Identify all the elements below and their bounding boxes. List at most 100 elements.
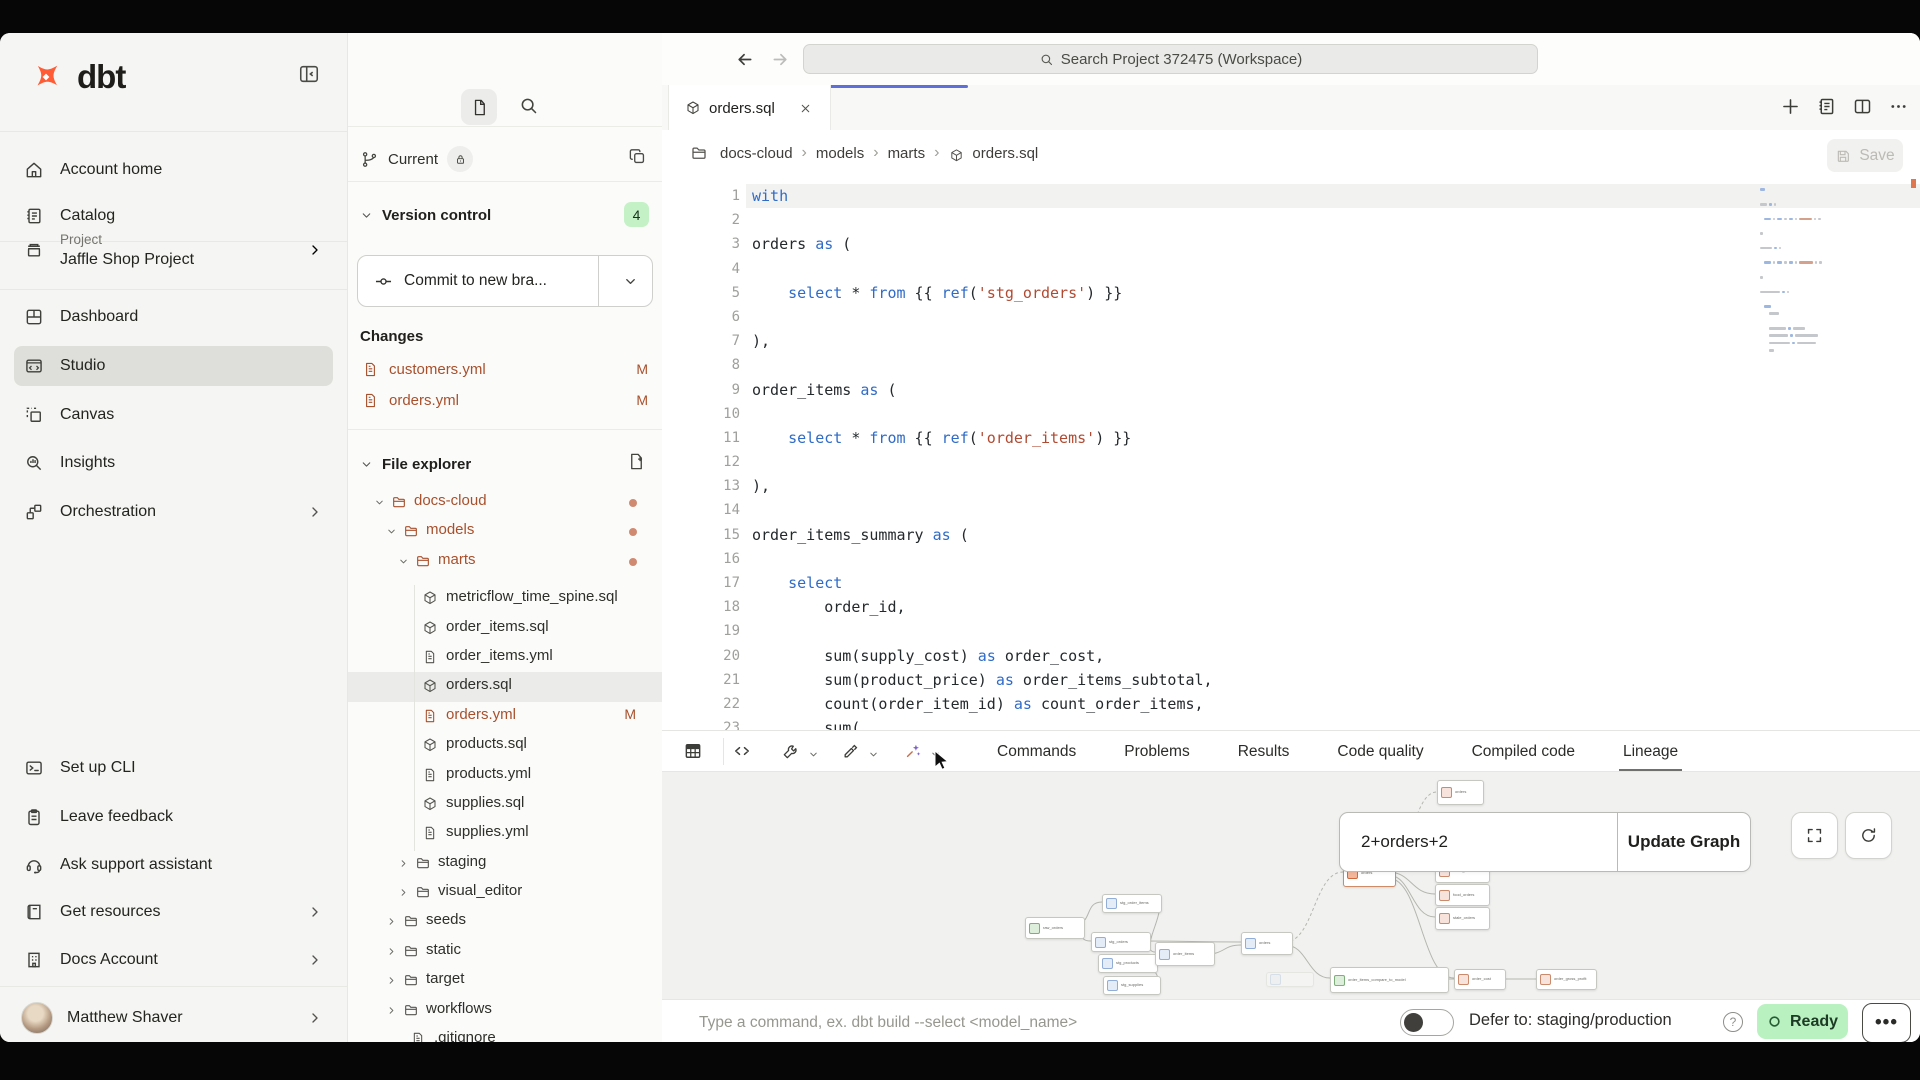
lineage-node-order-items-compare-to-model[interactable]: order_items_compare_to_model: [1330, 967, 1449, 993]
breadcrumb-item[interactable]: marts: [888, 145, 926, 162]
sidebar-item-account-home[interactable]: Account home: [14, 150, 333, 190]
lineage-fullscreen-button[interactable]: [1791, 812, 1838, 859]
build-dropdown[interactable]: [808, 747, 819, 765]
ai-fix-button[interactable]: [903, 741, 923, 766]
tree-item-marts[interactable]: marts: [348, 547, 662, 576]
sidebar-user-menu[interactable]: Matthew Shaver: [14, 998, 333, 1038]
node-type-chip: [1107, 980, 1118, 991]
build-button[interactable]: [781, 741, 801, 766]
back-button[interactable]: [734, 49, 755, 75]
tree-item-workflows[interactable]: workflows: [348, 996, 662, 1025]
lineage-node-stg-orders[interactable]: stg_orders: [1091, 932, 1151, 952]
tab-orders-sql[interactable]: orders.sql: [668, 85, 831, 131]
editor-more-button[interactable]: [1888, 96, 1909, 122]
changed-file-customers-yml[interactable]: customers.yml M: [362, 355, 652, 383]
commit-button[interactable]: Commit to new bra...: [357, 255, 653, 307]
tree-item-models[interactable]: models: [348, 517, 662, 546]
tree-item-supplies-yml[interactable]: supplies.yml: [348, 819, 662, 848]
lineage-node-stg-supplies[interactable]: stg_supplies: [1103, 976, 1161, 995]
lineage-node-order-items[interactable]: order_items: [1155, 942, 1215, 966]
catalog-panel-button[interactable]: [1816, 96, 1837, 122]
results-table-button[interactable]: [683, 741, 703, 766]
file-explorer-header[interactable]: File explorer: [360, 451, 471, 477]
sidebar-item-orchestration[interactable]: Orchestration: [14, 492, 333, 532]
command-input[interactable]: [697, 1000, 1341, 1042]
chevron-down-icon[interactable]: [623, 274, 638, 289]
search-files-button[interactable]: [518, 95, 539, 121]
command-bar-more-button[interactable]: •••: [1862, 1003, 1911, 1042]
panel-tab-lineage[interactable]: Lineage: [1623, 731, 1678, 772]
sidebar-item-docs-account[interactable]: Docs Account: [14, 940, 333, 980]
lineage-node-ghost[interactable]: [1266, 972, 1314, 987]
tree-item-staging[interactable]: staging: [348, 849, 662, 878]
status-badge[interactable]: Ready: [1757, 1004, 1848, 1039]
sidebar-item-dashboard[interactable]: Dashboard: [14, 297, 333, 337]
panel-tab-compiled-code[interactable]: Compiled code: [1472, 731, 1575, 772]
breadcrumb-item[interactable]: docs-cloud: [720, 145, 793, 162]
sidebar-item-leave-feedback[interactable]: Leave feedback: [14, 797, 333, 837]
changed-file-orders-yml[interactable]: orders.yml M: [362, 386, 652, 414]
tree-item-static[interactable]: static: [348, 937, 662, 966]
project-search-input[interactable]: Search Project 372475 (Workspace): [803, 44, 1538, 74]
sidebar-item-canvas[interactable]: Canvas: [14, 395, 333, 435]
tree-item-products-sql[interactable]: products.sql: [348, 731, 662, 760]
tree-item-visual-editor[interactable]: visual_editor: [348, 878, 662, 907]
lineage-node-stg-order-items[interactable]: stg_order_items: [1102, 894, 1162, 913]
branch-current[interactable]: Current: [360, 144, 473, 174]
lineage-node-order-cost[interactable]: order_cost: [1454, 969, 1506, 990]
close-icon[interactable]: [799, 102, 812, 115]
editor-scrollbar[interactable]: [1911, 176, 1916, 730]
new-tab-button[interactable]: [1780, 96, 1801, 122]
lineage-node-stg-products[interactable]: stg_products: [1098, 954, 1158, 973]
tree-item-supplies-sql[interactable]: supplies.sql: [348, 790, 662, 819]
copy-button[interactable]: [628, 147, 647, 171]
forward-button[interactable]: [770, 49, 791, 75]
panel-tab-results[interactable]: Results: [1238, 731, 1290, 772]
lineage-node-raw-orders[interactable]: raw_orders: [1025, 917, 1085, 939]
tree-item--gitignore[interactable]: .gitignore: [348, 1025, 662, 1042]
sidebar-item-get-resources[interactable]: Get resources: [14, 892, 333, 932]
breadcrumb-item[interactable]: models: [816, 145, 864, 162]
section-title: File explorer: [382, 456, 471, 473]
version-control-header[interactable]: Version control: [360, 202, 491, 228]
tree-item-order-items-yml[interactable]: order_items.yml: [348, 643, 662, 672]
tree-item-orders-sql[interactable]: orders.sql: [348, 672, 662, 701]
compile-code-button[interactable]: [732, 741, 752, 766]
lineage-panel[interactable]: raw_orders stg_order_items stg_orders stg_p…: [662, 771, 1920, 1000]
files-view-button[interactable]: [461, 89, 497, 125]
format-dropdown[interactable]: [868, 747, 879, 765]
panel-tab-code-quality[interactable]: Code quality: [1337, 731, 1423, 772]
save-button[interactable]: Save: [1827, 139, 1903, 172]
tree-item-orders-yml[interactable]: orders.ymlM: [348, 702, 662, 731]
minimap[interactable]: [1760, 178, 1854, 346]
lineage-selector-input[interactable]: 2+orders+2: [1340, 813, 1618, 871]
tree-item-order-items-sql[interactable]: order_items.sql: [348, 614, 662, 643]
help-icon[interactable]: ?: [1723, 1012, 1743, 1032]
sidebar-item-studio[interactable]: Studio: [14, 346, 333, 386]
sidebar-item-ask-support[interactable]: Ask support assistant: [14, 845, 333, 885]
lineage-refresh-button[interactable]: [1845, 812, 1892, 859]
update-graph-button[interactable]: Update Graph: [1618, 813, 1750, 871]
lineage-node-orders[interactable]: orders: [1241, 932, 1293, 955]
defer-toggle[interactable]: [1400, 1009, 1454, 1036]
format-button[interactable]: [841, 741, 861, 766]
lineage-node-food-orders[interactable]: food_orders: [1435, 884, 1490, 906]
tree-item-docs-cloud[interactable]: docs-cloud: [348, 488, 662, 517]
lineage-node-order-gross-profit[interactable]: order_gross_profit: [1536, 969, 1597, 990]
tree-item-seeds[interactable]: seeds: [348, 907, 662, 936]
tree-item-target[interactable]: target: [348, 966, 662, 995]
sidebar-item-insights[interactable]: Insights: [14, 443, 333, 483]
sidebar-collapse-icon[interactable]: [298, 63, 320, 90]
code-editor[interactable]: 1with23orders as (45 select * from {{ re…: [662, 176, 1920, 730]
panel-tab-commands[interactable]: Commands: [997, 731, 1076, 772]
sidebar-item-setup-cli[interactable]: Set up CLI: [14, 748, 333, 788]
tree-item-metricflow-time-spine-sql[interactable]: metricflow_time_spine.sql: [348, 584, 662, 613]
sidebar-item-project[interactable]: Project Jaffle Shop Project: [14, 218, 333, 282]
lineage-node-stale-orders[interactable]: stale_orders: [1435, 907, 1490, 930]
panel-tab-problems[interactable]: Problems: [1124, 731, 1189, 772]
split-editor-button[interactable]: [1852, 96, 1873, 122]
tree-item-products-yml[interactable]: products.yml: [348, 761, 662, 790]
new-file-button[interactable]: [627, 452, 646, 476]
breadcrumb-item[interactable]: orders.sql: [972, 145, 1038, 162]
lineage-node-orders[interactable]: orders: [1437, 780, 1484, 805]
